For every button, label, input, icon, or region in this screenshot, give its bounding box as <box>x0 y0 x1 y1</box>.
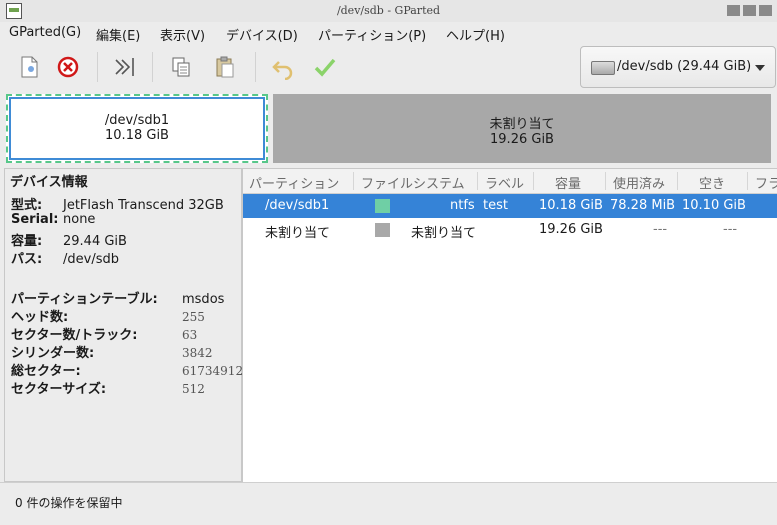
cell-size: 10.18 GiB <box>539 198 603 213</box>
partition-list: パーティション ファイルシステム ラベル 容量 使用済み 空き フラ /dev/… <box>242 168 777 483</box>
apply-icon[interactable] <box>312 54 338 80</box>
col-label[interactable]: ラベル <box>485 173 524 192</box>
cell-filesystem: 未割り当て <box>411 226 477 241</box>
chevron-down-icon <box>755 65 765 71</box>
maximize-button[interactable] <box>743 5 756 16</box>
device-selector-label: /dev/sdb (29.44 GiB) <box>617 59 752 74</box>
graph-partition-size: 19.26 GiB <box>490 132 554 147</box>
pending-operations-text: 0 件の操作を保留中 <box>15 496 123 510</box>
graph-partition-size: 10.18 GiB <box>105 128 169 143</box>
col-partition[interactable]: パーティション <box>249 173 339 192</box>
menu-device[interactable]: デバイス(D) <box>226 25 298 44</box>
minimize-button[interactable] <box>727 5 740 16</box>
graph-partition-unallocated[interactable]: 未割り当て 19.26 GiB <box>273 94 771 163</box>
menu-gparted[interactable]: GParted(G) <box>9 25 81 40</box>
info-cylinders: シリンダー数: 3842 <box>11 346 213 361</box>
menu-view[interactable]: 表示(V) <box>160 25 205 44</box>
menu-edit[interactable]: 編集(E) <box>96 25 140 44</box>
partition-graph: /dev/sdb1 10.18 GiB 未割り当て 19.26 GiB <box>4 92 774 164</box>
graph-partition-sdb1[interactable]: /dev/sdb1 10.18 GiB <box>6 94 268 163</box>
cell-used: 78.28 MiB <box>610 198 676 213</box>
info-sectors-per-track: セクター数/トラック: 63 <box>11 328 198 343</box>
status-bar: 0 件の操作を保留中 <box>0 482 777 525</box>
col-flags[interactable]: フラ <box>755 173 777 192</box>
partition-list-header: パーティション ファイルシステム ラベル 容量 使用済み 空き フラ <box>243 169 777 194</box>
menu-help[interactable]: ヘルプ(H) <box>446 25 505 44</box>
filesystem-color-swatch <box>375 223 390 237</box>
toolbar-separator <box>97 52 98 82</box>
toolbar-separator <box>255 52 256 82</box>
col-used[interactable]: 使用済み <box>613 173 665 192</box>
info-total-sectors: 総セクター: 61734912 <box>11 364 244 379</box>
info-sector-size: セクターサイズ: 512 <box>11 382 205 397</box>
cell-partition: 未割り当て <box>265 226 331 241</box>
paste-icon[interactable] <box>212 54 238 80</box>
cell-free: 10.10 GiB <box>682 198 746 213</box>
cell-size: 19.26 GiB <box>539 222 603 237</box>
window-title: /dev/sdb - GParted <box>336 4 441 17</box>
new-partition-icon[interactable] <box>16 54 42 80</box>
col-size[interactable]: 容量 <box>555 173 581 192</box>
table-row[interactable]: /dev/sdb1 ntfs test 10.18 GiB 78.28 MiB … <box>243 194 777 218</box>
cell-partition: /dev/sdb1 <box>265 198 330 213</box>
filesystem-color-swatch <box>375 199 390 213</box>
col-filesystem[interactable]: ファイルシステム <box>361 173 465 192</box>
device-selector[interactable]: /dev/sdb (29.44 GiB) <box>580 46 776 88</box>
info-serial: Serial: none <box>11 212 96 227</box>
col-free[interactable]: 空き <box>699 173 725 192</box>
graph-partition-name: 未割り当て <box>489 117 555 132</box>
delete-partition-icon[interactable] <box>55 54 81 80</box>
info-partition-table: パーティションテーブル: msdos <box>11 292 225 307</box>
device-info-heading: デバイス情報 <box>10 175 88 190</box>
cell-label: test <box>483 198 508 213</box>
harddisk-icon <box>591 61 615 75</box>
info-heads: ヘッド数: 255 <box>11 310 205 325</box>
device-info-panel: デバイス情報 型式: JetFlash Transcend 32GB Serial… <box>4 168 244 482</box>
resize-move-icon[interactable] <box>112 54 138 80</box>
close-window-button[interactable] <box>759 5 772 16</box>
info-size: 容量: 29.44 GiB <box>11 234 127 249</box>
cell-filesystem: ntfs <box>450 198 475 213</box>
cell-used: --- <box>653 222 668 237</box>
copy-icon[interactable] <box>168 54 194 80</box>
title-bar: /dev/sdb - GParted <box>0 0 777 23</box>
toolbar-separator <box>152 52 153 82</box>
info-model: 型式: JetFlash Transcend 32GB <box>11 198 224 213</box>
menu-bar: GParted(G) 編集(E) 表示(V) デバイス(D) パーティション(P… <box>0 22 777 44</box>
info-path: パス:/dev/sdb <box>11 252 119 267</box>
graph-partition-name: /dev/sdb1 <box>104 113 170 128</box>
table-row[interactable]: 未割り当て 未割り当て 19.26 GiB --- --- <box>243 218 777 242</box>
undo-icon[interactable] <box>270 54 296 80</box>
cell-free: --- <box>723 222 738 237</box>
menu-partition[interactable]: パーティション(P) <box>318 25 426 44</box>
